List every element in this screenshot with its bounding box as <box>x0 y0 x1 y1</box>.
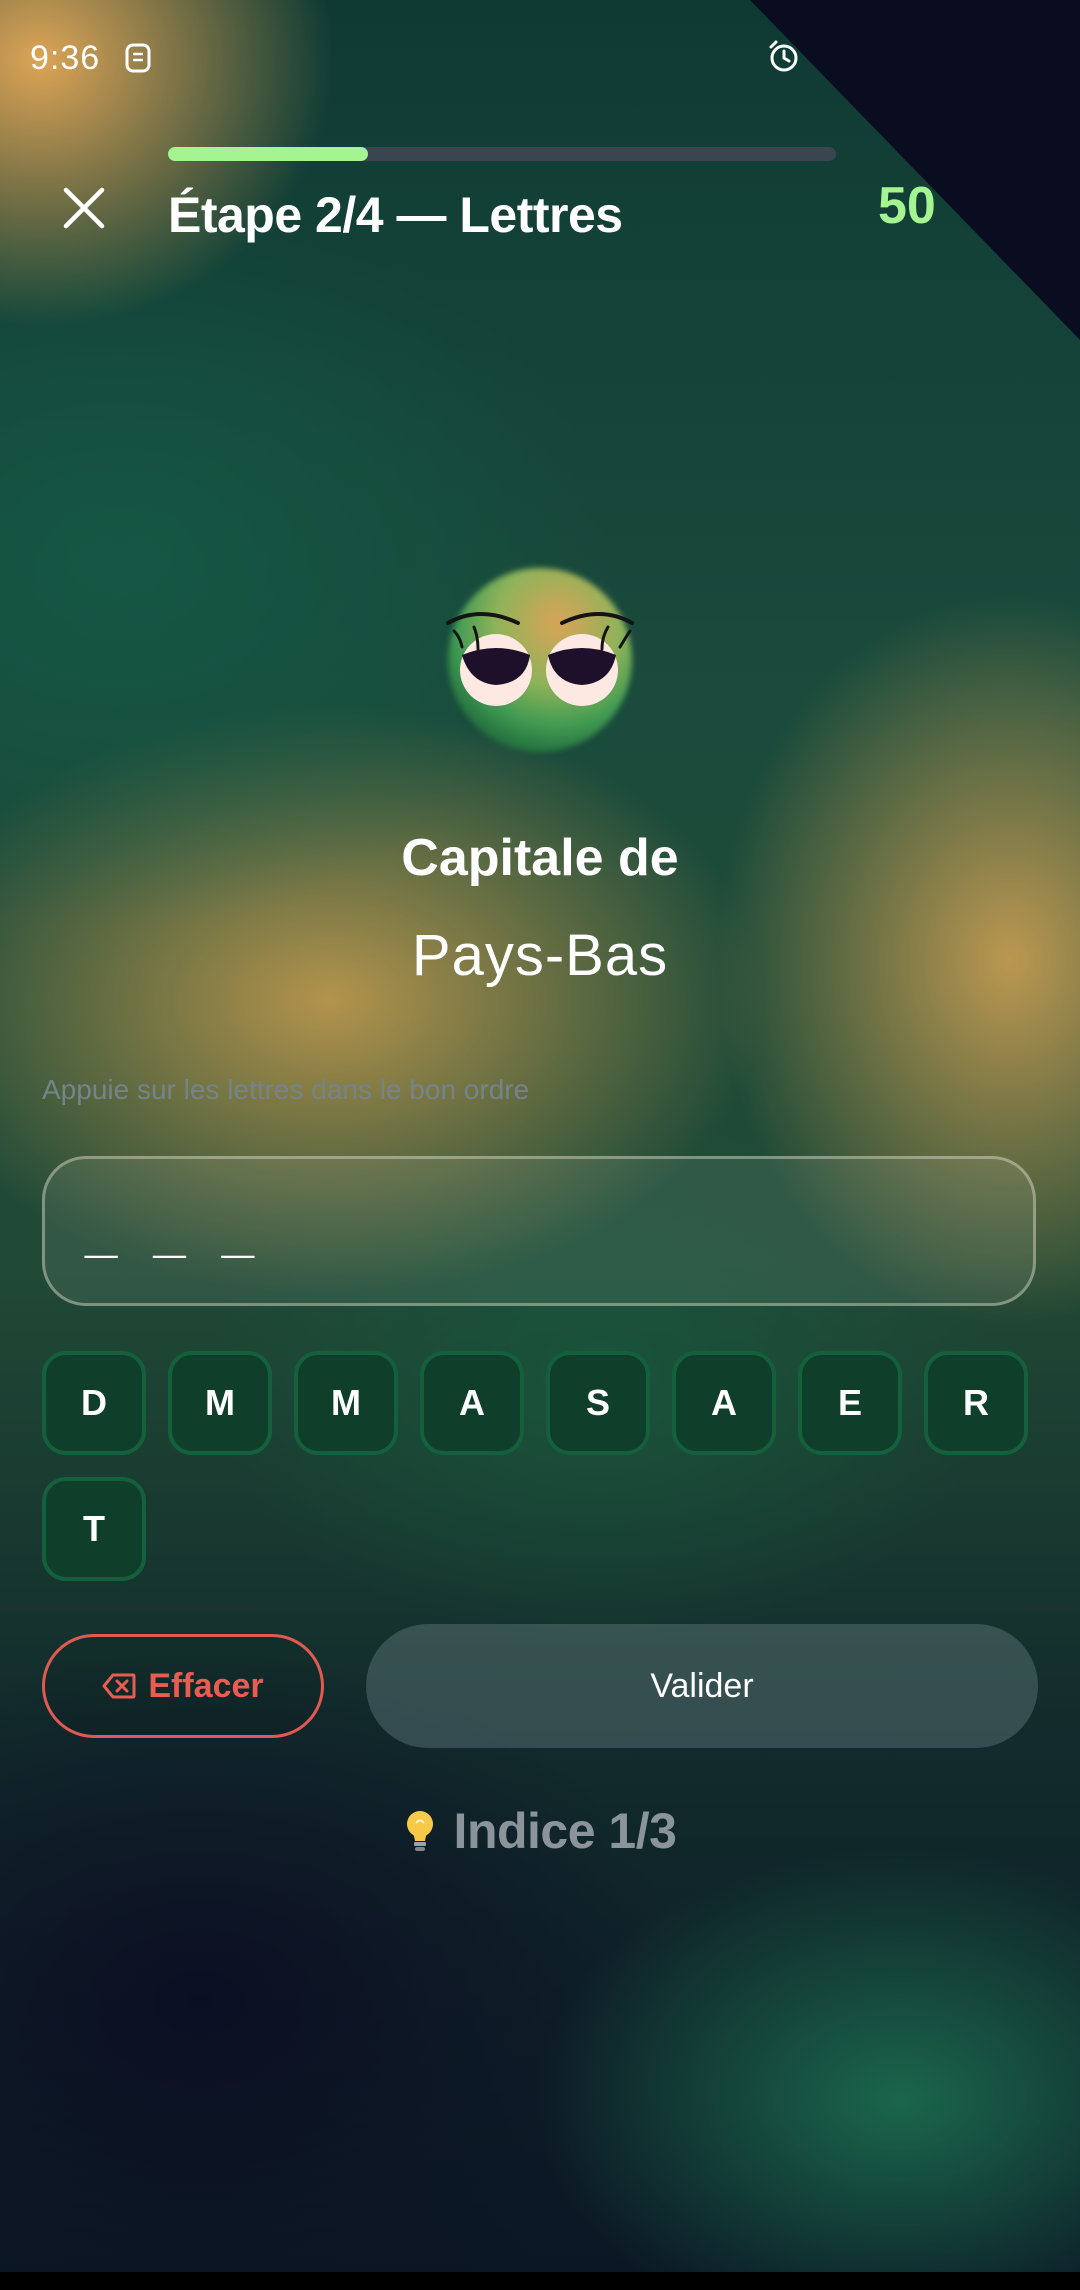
letter-tile[interactable]: M <box>294 1351 398 1455</box>
mascot-avatar <box>446 568 634 752</box>
letter-tile[interactable]: D <box>42 1351 146 1455</box>
erase-button[interactable]: Effacer <box>42 1634 324 1738</box>
hint-label: Indice 1/3 <box>453 1803 677 1859</box>
step-title: Étape 2/4 — Lettres <box>168 187 623 243</box>
erase-label: Effacer <box>148 1666 264 1705</box>
backspace-icon <box>102 1673 136 1699</box>
navigation-strip <box>0 2272 1080 2290</box>
sim-icon <box>125 43 151 73</box>
background-gradient <box>0 0 1080 2290</box>
letter-tile[interactable]: A <box>672 1351 776 1455</box>
step-progress-bar <box>168 147 836 161</box>
question-label: Capitale de <box>401 829 679 887</box>
validate-label: Valider <box>650 1666 754 1705</box>
score-counter: 50 <box>878 177 936 235</box>
country-name: Pays-Bas <box>411 923 669 988</box>
alarm-icon <box>769 40 798 72</box>
letter-tile[interactable]: S <box>546 1351 650 1455</box>
status-bar: 9:36 <box>30 34 152 82</box>
answer-value: _ _ _ <box>85 1198 264 1264</box>
answer-field[interactable]: _ _ _ <box>42 1156 1036 1306</box>
letter-tile[interactable]: A <box>420 1351 524 1455</box>
instruction-text: Appuie sur les lettres dans le bon ordre <box>42 1074 530 1105</box>
validate-button[interactable]: Valider <box>366 1624 1038 1748</box>
close-icon <box>63 187 105 229</box>
letter-tile[interactable]: E <box>798 1351 902 1455</box>
letter-tile[interactable]: T <box>42 1477 146 1581</box>
lightbulb-icon <box>406 1811 433 1851</box>
hint-button[interactable]: Indice 1/3 <box>0 1802 1080 1860</box>
letter-tile[interactable]: M <box>168 1351 272 1455</box>
step-progress-fill <box>168 147 369 161</box>
close-button[interactable] <box>56 180 112 236</box>
status-time: 9:36 <box>30 38 101 77</box>
letter-tile[interactable]: R <box>924 1351 1028 1455</box>
